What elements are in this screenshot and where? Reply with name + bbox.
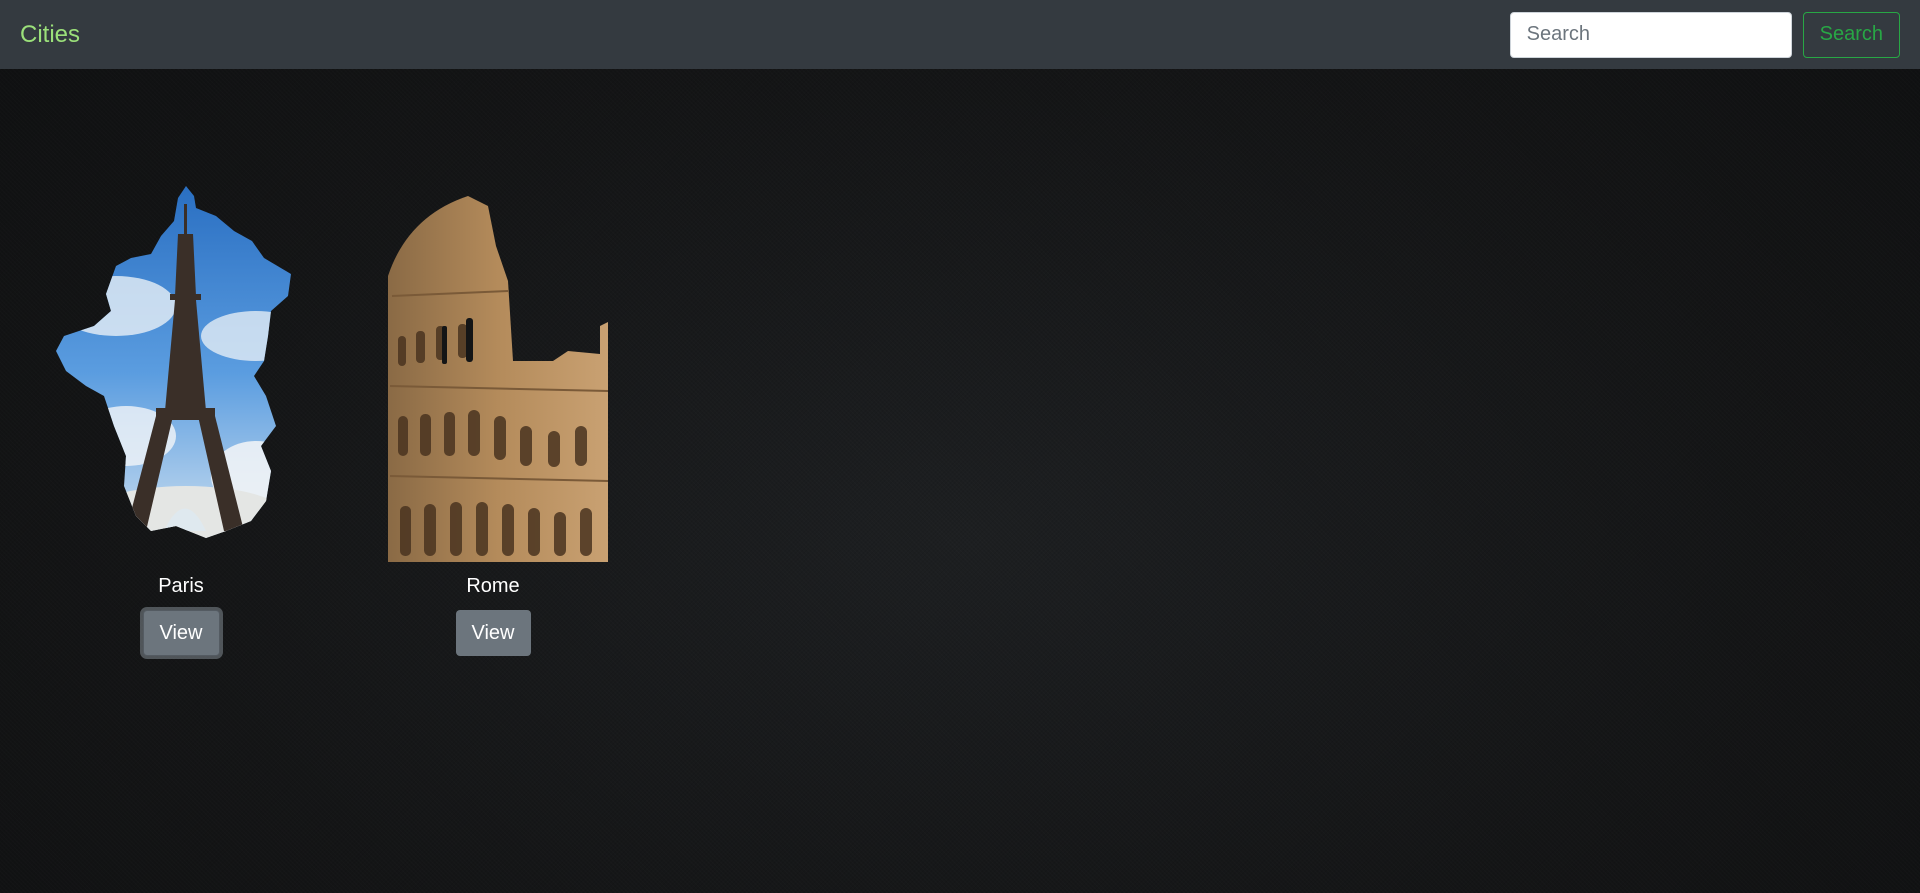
search-button[interactable]: Search: [1802, 11, 1900, 58]
navbar: Cities Search: [0, 0, 1920, 69]
search-form: Search: [1509, 11, 1900, 58]
paris-image: [56, 186, 291, 538]
city-name: Rome: [466, 575, 520, 597]
city-name: Paris: [158, 575, 204, 597]
brand-link[interactable]: Cities: [20, 21, 80, 49]
city-card-paris: Paris View: [56, 186, 306, 656]
city-card-rome: Rome View: [368, 186, 618, 656]
search-input[interactable]: [1509, 11, 1792, 58]
rome-image: [388, 196, 609, 562]
view-button-paris[interactable]: View: [142, 610, 220, 656]
view-button-rome[interactable]: View: [455, 610, 531, 656]
